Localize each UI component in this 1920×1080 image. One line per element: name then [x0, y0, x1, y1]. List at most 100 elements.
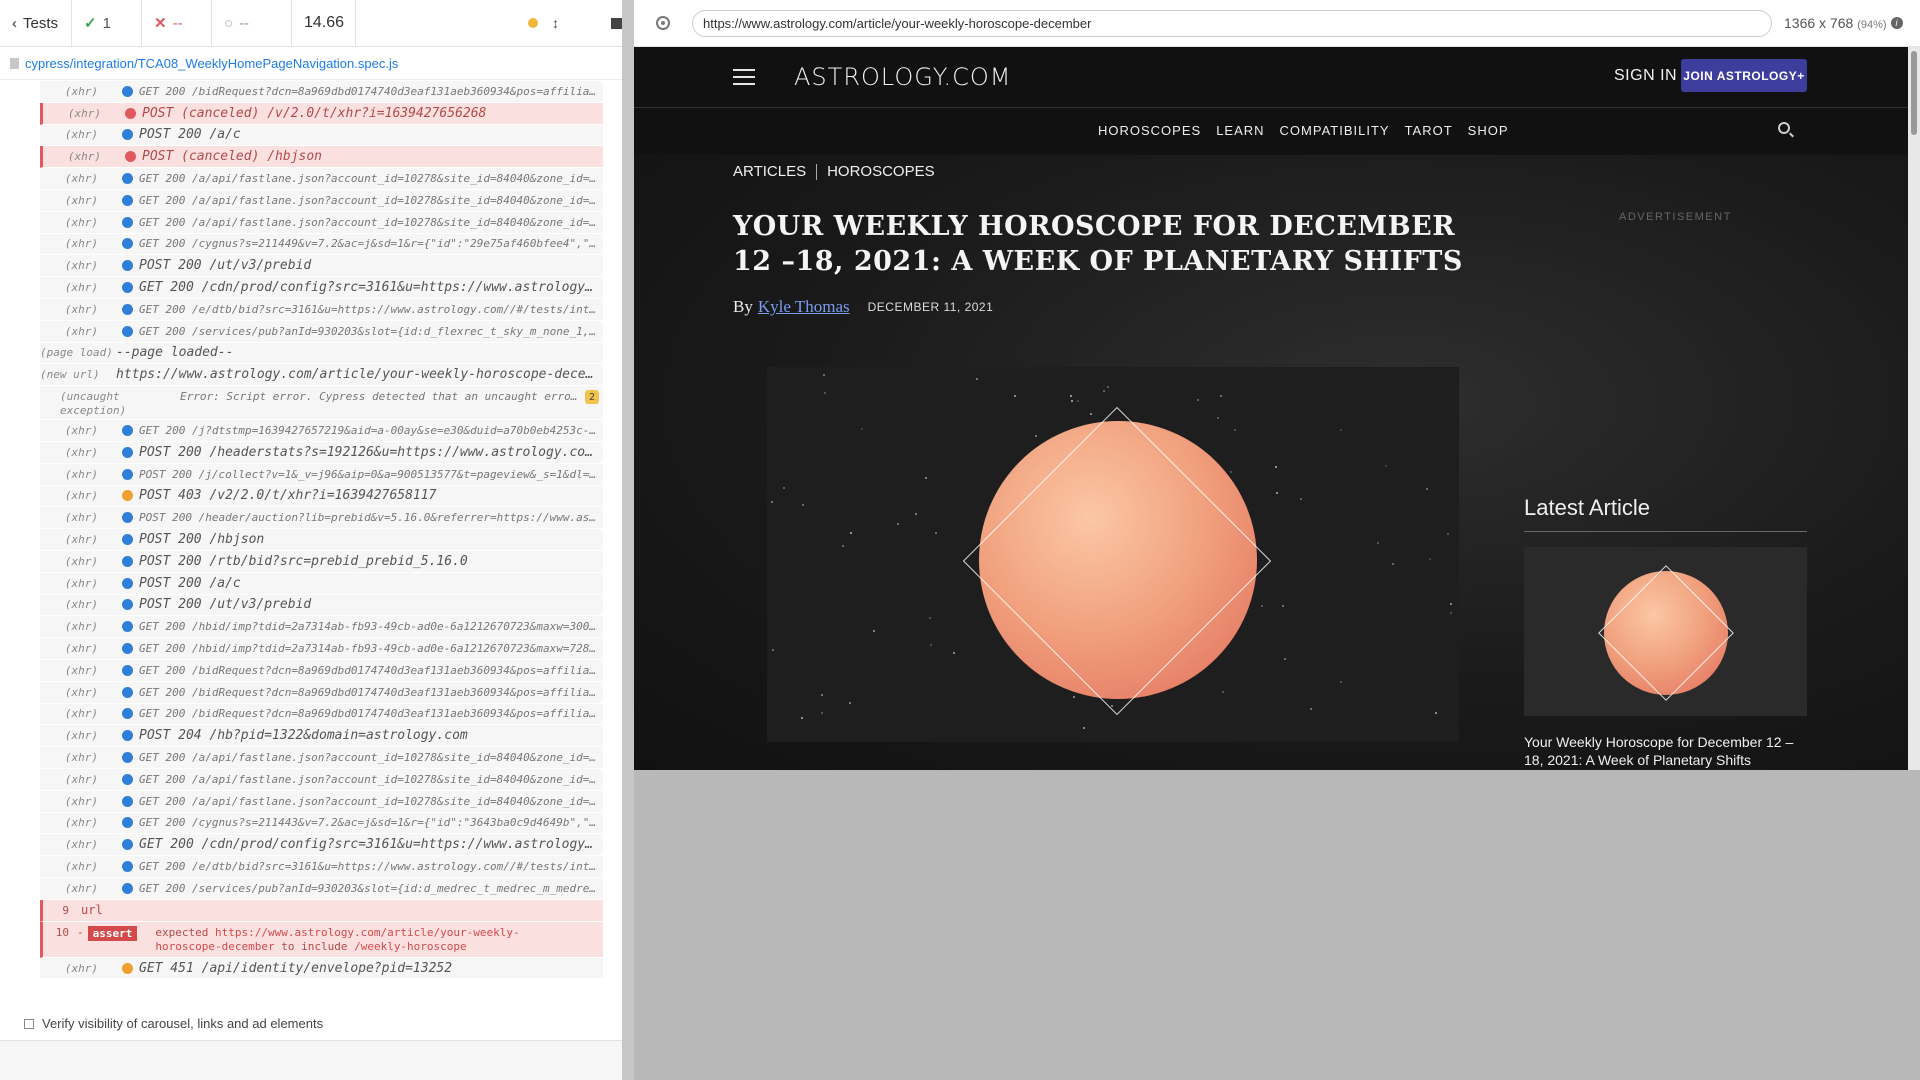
breadcrumb-horoscopes[interactable]: HOROSCOPES: [827, 163, 935, 180]
command-type: (xhr): [64, 620, 98, 634]
command-message: GET 200 /cdn/prod/config?src=3161&u=http…: [139, 280, 601, 296]
command-log-row[interactable]: (xhr) POST 200 /ut/v3/prebid: [40, 594, 603, 617]
command-type: (xhr): [64, 445, 98, 459]
tests-label: Tests: [23, 14, 59, 32]
command-log-row[interactable]: (xhr) GET 200 /cdn/prod/config?src=3161&u…: [40, 277, 603, 299]
star: [930, 644, 932, 646]
star: [1090, 413, 1092, 415]
sign-in-link[interactable]: SIGN IN: [1614, 67, 1677, 85]
latest-article-image[interactable]: [1524, 547, 1807, 716]
passed-count: ✓ 1: [72, 0, 142, 46]
cypress-reporter-panel: ‹ Tests ✓ 1 ✕ -- ○ -- 14.66 ↕ cypress/in…: [0, 0, 634, 1080]
command-log-row[interactable]: (xhr) POST 200 /rtb/bid?src=prebid_prebid…: [40, 550, 603, 573]
search-icon[interactable]: [1778, 122, 1790, 134]
command-type: (xhr): [64, 729, 98, 743]
command-type: (xhr): [64, 533, 98, 547]
command-log-row[interactable]: (xhr) GET 200 /hbid/imp?tdid=2a7314ab-fb9…: [40, 638, 603, 660]
command-log-row[interactable]: (new url) https://www.astrology.com/artic…: [40, 364, 603, 387]
test-verify-visibility[interactable]: Verify visibility of carousel, links and…: [24, 1016, 323, 1031]
command-log-row[interactable]: (xhr) GET 200 /e/dtb/bid?src=3161&u=https…: [40, 298, 603, 321]
command-log-row[interactable]: (xhr) POST 200 /a/c: [40, 124, 603, 147]
command-log-row[interactable]: (xhr) POST 403 /v2/2.0/t/xhr?i=1639427658…: [40, 485, 603, 508]
command-message: GET 200 /services/pub?anId=930203&slot={…: [139, 881, 603, 895]
command-log-row[interactable]: (xhr) POST 200 /j/collect?v=1&_v=j96&aip=…: [40, 463, 603, 486]
spec-file-path[interactable]: cypress/integration/TCA08_WeeklyHomePage…: [0, 48, 622, 80]
command-log-row[interactable]: (xhr) GET 200 /a/api/fastlane.json?accoun…: [40, 211, 603, 234]
command-log-row[interactable]: (xhr) GET 200 /a/api/fastlane.json?accoun…: [40, 189, 603, 212]
command-log-row[interactable]: (xhr) GET 200 /a/api/fastlane.json?accoun…: [40, 790, 603, 813]
nav-item-horoscopes[interactable]: HOROSCOPES: [1098, 123, 1201, 138]
auto-scroll-toggle-icon[interactable]: ↕: [552, 15, 559, 31]
command-type: (xhr): [64, 128, 98, 142]
star: [1310, 708, 1312, 710]
star: [935, 532, 937, 534]
nav-item-tarot[interactable]: TAROT: [1405, 123, 1453, 138]
star: [849, 702, 851, 704]
author-link[interactable]: Kyle Thomas: [758, 297, 850, 317]
command-log-row[interactable]: (xhr) GET 200 /services/pub?anId=930203&s…: [40, 877, 603, 900]
aut-scrollbar[interactable]: [1908, 47, 1920, 770]
command-log-row[interactable]: (xhr) GET 200 /e/dtb/bid?src=3161&u=https…: [40, 856, 603, 878]
nav-item-compatibility[interactable]: COMPATIBILITY: [1280, 123, 1390, 138]
command-log-row[interactable]: (xhr) GET 200 /services/pub?anId=930203&s…: [40, 320, 603, 343]
url-command-row[interactable]: 9 url: [40, 899, 603, 922]
command-type: (xhr): [67, 150, 101, 164]
back-to-tests-button[interactable]: ‹ Tests: [0, 0, 72, 46]
star: [842, 545, 844, 547]
command-log-row[interactable]: (xhr) POST (canceled) /v/2.0/t/xhr?i=1639…: [40, 102, 603, 125]
command-log-row[interactable]: (uncaught exception) Error: Script error.…: [40, 386, 603, 421]
command-log-row[interactable]: (xhr) GET 200 /a/api/fastlane.json?accoun…: [40, 768, 603, 791]
status-dot-icon: [122, 129, 133, 141]
aut-url-field[interactable]: https://www.astrology.com/article/your-w…: [692, 9, 1772, 37]
command-log-row[interactable]: (xhr) GET 200 /cygnus?s=211449&v=7.2&ac=j…: [40, 233, 603, 256]
command-log-row[interactable]: (xhr) GET 200 /a/api/fastlane.json?accoun…: [40, 747, 603, 769]
nav-item-learn[interactable]: LEARN: [1216, 123, 1264, 138]
stop-button[interactable]: [611, 17, 622, 29]
failed-assertion-row[interactable]: 10- assert expected https://www.astrology.…: [40, 921, 603, 958]
command-log-row[interactable]: (xhr) POST 204 /hb?pid=1322&domain=astrol…: [40, 725, 603, 748]
status-dot-icon: [122, 425, 133, 437]
check-icon: ✓: [84, 15, 97, 32]
command-log-row[interactable]: (xhr) GET 200 /bidRequest?dcn=8a969dbd017…: [40, 703, 603, 726]
star: [1220, 395, 1222, 397]
command-message: GET 200 /a/api/fastlane.json?account_id=…: [139, 772, 603, 786]
breadcrumb-articles[interactable]: ARTICLES: [733, 163, 806, 180]
command-log-row[interactable]: (xhr) GET 200 /bidRequest?dcn=8a969dbd017…: [40, 681, 603, 704]
status-dot-icon: [122, 490, 133, 502]
command-log-row[interactable]: (xhr) POST (canceled) /hbjson: [40, 146, 603, 169]
star: [1217, 417, 1219, 419]
status-dot-icon: [122, 238, 133, 250]
pending-count: ○ --: [212, 0, 292, 46]
command-log-row[interactable]: (xhr) GET 200 /cdn/prod/config?src=3161&u…: [40, 834, 603, 857]
nav-item-shop[interactable]: SHOP: [1468, 123, 1509, 138]
command-log-row[interactable]: (xhr) POST 200 /a/c: [40, 572, 603, 595]
selector-playground-icon[interactable]: [656, 16, 670, 30]
command-type: (new url): [40, 368, 100, 382]
command-log-row[interactable]: (xhr) POST 200 /hbjson: [40, 529, 603, 551]
info-icon[interactable]: i: [1890, 17, 1903, 29]
star: [1077, 400, 1079, 402]
status-dot-icon: [122, 555, 133, 567]
command-message: POST 200 /j/collect?v=1&_v=j96&aip=0&a=9…: [139, 467, 603, 481]
star: [772, 649, 774, 651]
command-log-row[interactable]: (xhr) POST 200 /ut/v3/prebid: [40, 255, 603, 278]
command-log-row[interactable]: (xhr) GET 200 /cygnus?s=211443&v=7.2&ac=j…: [40, 812, 603, 835]
command-log-row[interactable]: (xhr) POST 200 /header/auction?lib=prebid…: [40, 507, 603, 530]
status-dot-icon: [122, 962, 133, 974]
command-log-row[interactable]: (xhr) GET 200 /a/api/fastlane.json?accoun…: [40, 168, 603, 190]
command-log-row[interactable]: (xhr) POST 200 /headerstats?s=192126&u=ht…: [40, 441, 603, 464]
command-log-row[interactable]: (xhr) GET 200 /j?dtstmp=1639427657219&aid…: [40, 420, 603, 442]
site-logo[interactable]: ASTROLOGY.COM: [794, 63, 1011, 91]
join-astrology-button[interactable]: JOIN ASTROLOGY+: [1681, 59, 1807, 92]
hamburger-menu-icon[interactable]: [733, 69, 755, 90]
command-log-row[interactable]: (xhr) GET 451 /api/identity/envelope?pid=…: [40, 957, 603, 980]
latest-article-link[interactable]: Your Weekly Horoscope for December 12 – …: [1524, 733, 1807, 769]
command-log-row[interactable]: (xhr) GET 200 /bidRequest?dcn=8a969dbd017…: [40, 659, 603, 682]
star: [976, 378, 978, 380]
star: [953, 652, 955, 654]
star: [1197, 399, 1199, 401]
panel-resizer[interactable]: [622, 0, 634, 1080]
command-log-row[interactable]: (xhr) GET 200 /hbid/imp?tdid=2a7314ab-fb9…: [40, 616, 603, 639]
command-log-row[interactable]: (xhr) GET 200 /bidRequest?dcn=8a969dbd017…: [40, 81, 603, 103]
command-log-row[interactable]: (page load) --page loaded--: [40, 342, 603, 365]
